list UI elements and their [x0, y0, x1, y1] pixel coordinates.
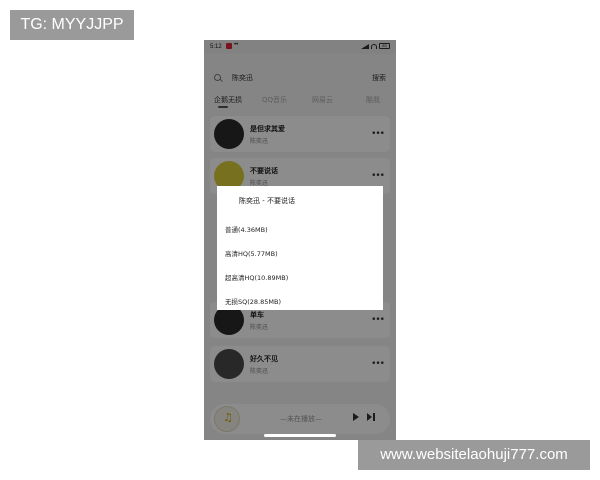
home-indicator[interactable]	[264, 434, 336, 437]
quality-option-standard[interactable]: 普通(4.36MB)	[225, 224, 268, 234]
tg-label: TG: MYYJJPP	[10, 10, 134, 40]
quality-option-lossless[interactable]: 无损SQ(28.85MB)	[225, 296, 281, 306]
quality-option-super-hq[interactable]: 超高清HQ(10.89MB)	[225, 272, 288, 282]
quality-dialog: 陈奕迅 - 不要说话 普通(4.36MB) 高清HQ(5.77MB) 超高清HQ…	[217, 186, 383, 310]
phone-screen: 5:12 •• 85 陈奕迅 搜索 企鹅无损 QQ音乐 网易云 酷我 是但求其爱…	[204, 40, 396, 440]
watermark-label: www.websitelaohuji777.com	[358, 440, 590, 470]
dialog-title: 陈奕迅 - 不要说话	[239, 197, 295, 205]
quality-option-hq[interactable]: 高清HQ(5.77MB)	[225, 248, 278, 258]
